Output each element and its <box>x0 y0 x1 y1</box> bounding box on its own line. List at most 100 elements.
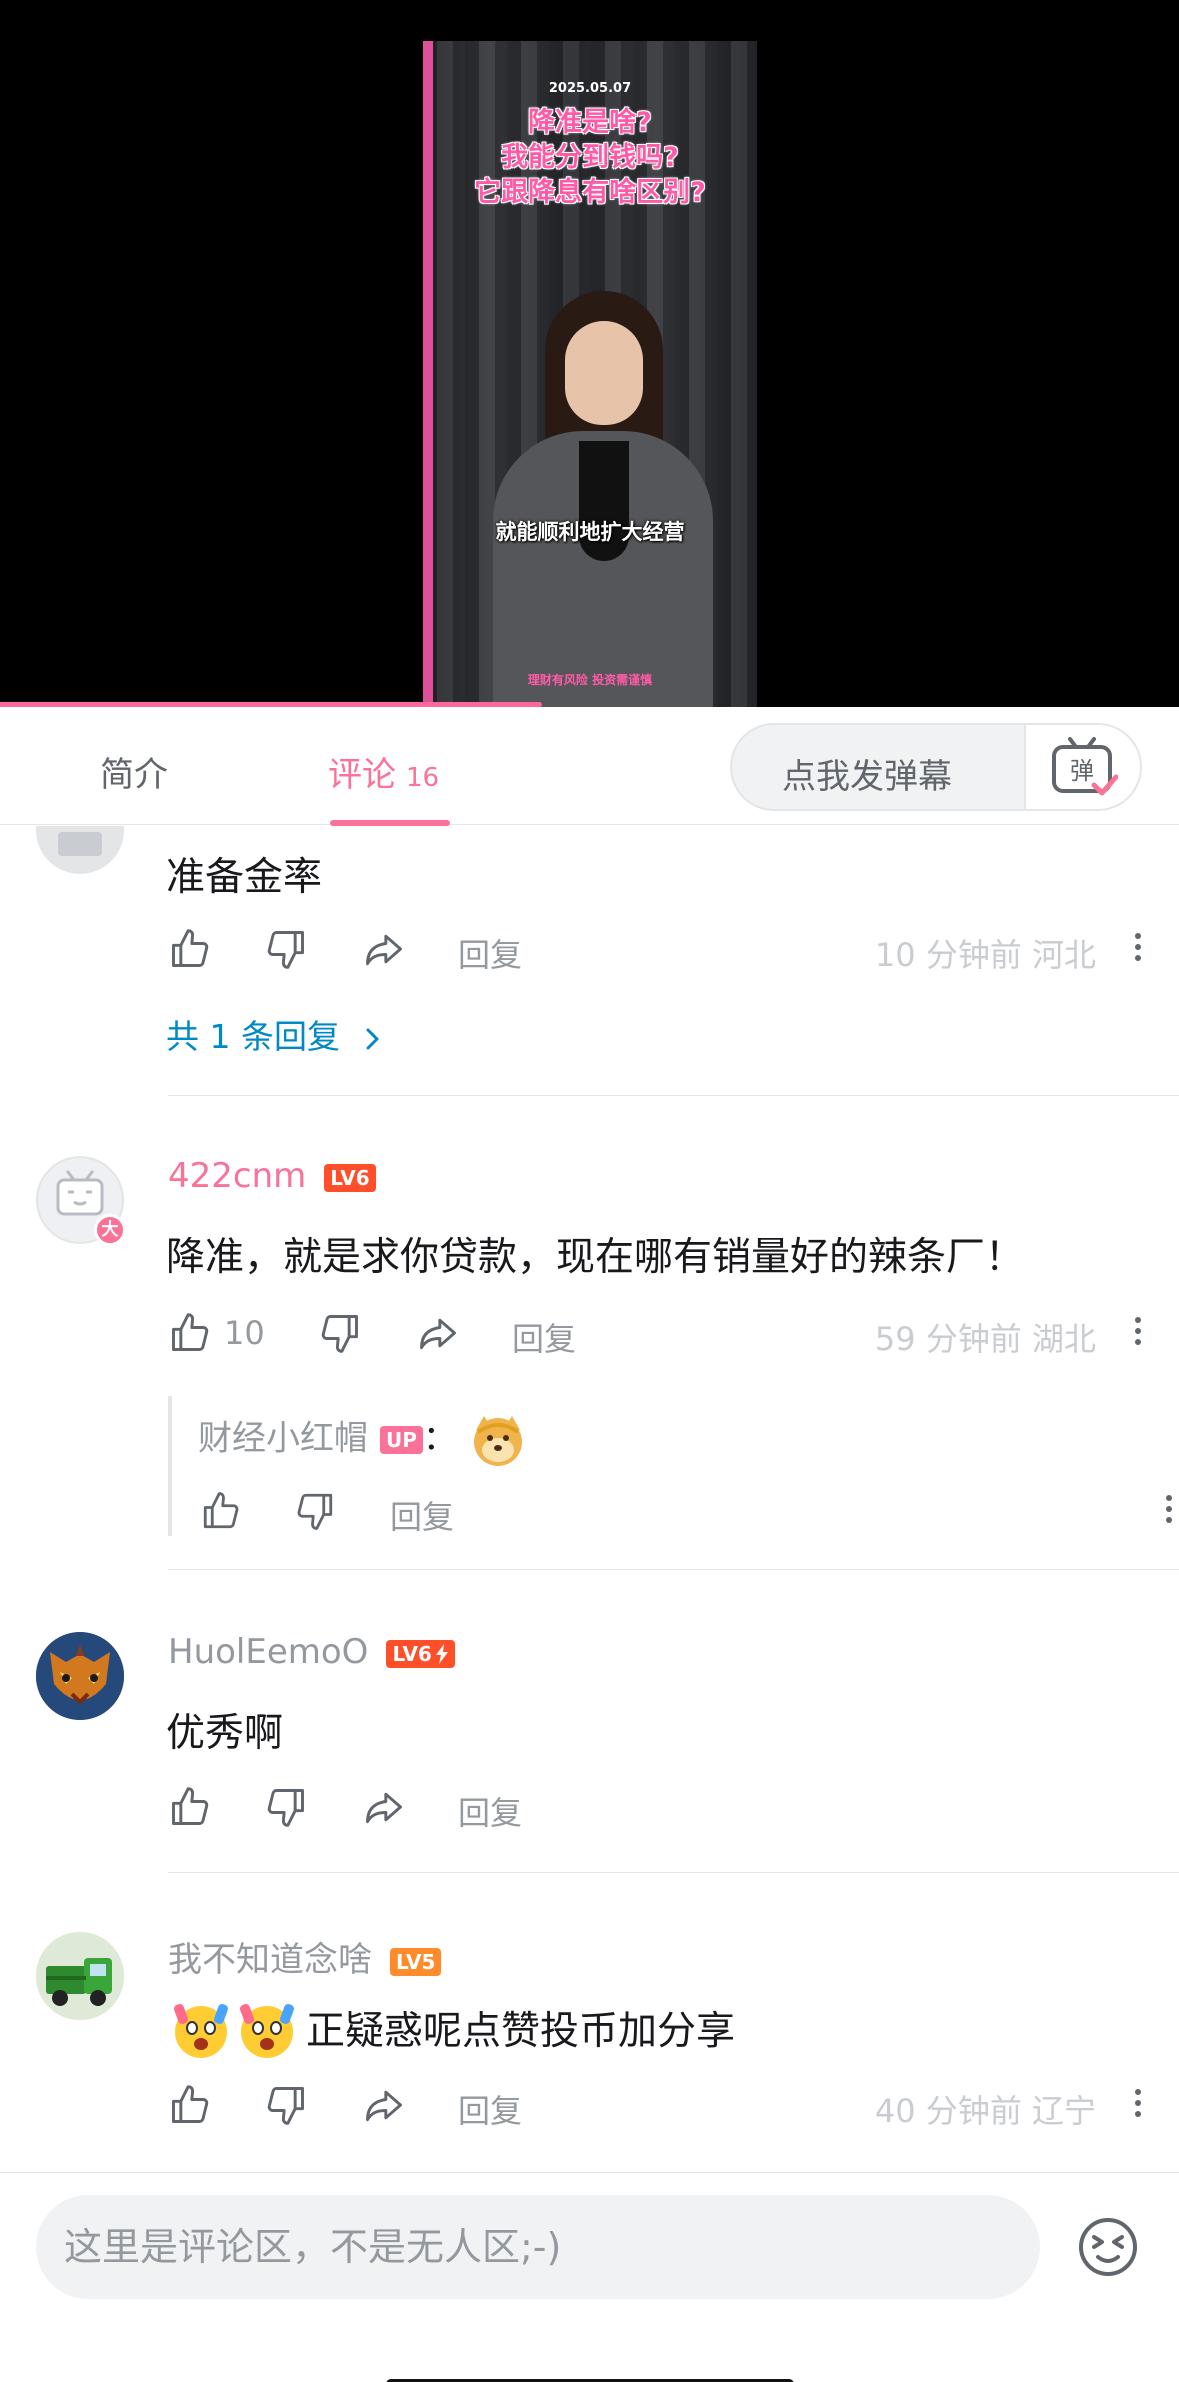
share-icon <box>366 2090 402 2122</box>
comment-count: 16 <box>406 763 440 793</box>
tab-comments-label: 评论 <box>328 755 396 795</box>
dislike-button[interactable] <box>294 1486 336 1536</box>
video-player[interactable]: 2025.05.07 降准是啥? 我能分到钱吗? 它跟降息有啥区别? 就能顺利地… <box>0 0 1179 707</box>
thumbs-down-icon <box>267 1789 304 1827</box>
comment-actions: 回复 10 分钟前 河北 <box>168 924 1148 974</box>
lightning-icon <box>435 1643 448 1664</box>
headline-line-3: 它跟降息有啥区别? <box>474 177 706 208</box>
share-icon <box>366 934 402 966</box>
like-button[interactable] <box>200 1486 242 1536</box>
chevron-right-icon <box>366 1028 379 1049</box>
dislike-button[interactable] <box>264 924 308 974</box>
avatar[interactable] <box>36 826 124 874</box>
reply-author-name: 财经小红帽 <box>198 1418 368 1459</box>
reply-actions: 回复 <box>200 1486 1100 1536</box>
avatar[interactable] <box>36 1632 124 1720</box>
headline-line-2: 我能分到钱吗? <box>501 142 679 173</box>
share-icon <box>420 1318 456 1350</box>
danmaku-toggle-button[interactable]: 弹 <box>1024 725 1140 809</box>
like-button[interactable] <box>168 924 212 974</box>
thumbs-down-icon <box>297 1493 333 1530</box>
thumbs-up-icon <box>172 2085 209 2123</box>
tab-intro[interactable]: 简介 <box>100 747 168 796</box>
comment-actions: 回复 <box>168 1782 1148 1832</box>
thumbs-up-icon <box>172 1787 209 1825</box>
shocked-emoji-icon <box>240 2004 294 2058</box>
share-button[interactable] <box>416 1308 460 1358</box>
video-headline: 降准是啥? 我能分到钱吗? 它跟降息有啥区别? <box>423 105 757 210</box>
tab-bar: 简介 评论 16 点我发弹幕 弹 <box>0 707 1179 826</box>
like-button[interactable] <box>168 1782 212 1832</box>
reply-button[interactable]: 回复 <box>458 1788 522 1834</box>
commenter-name-text: HuolEemoO <box>168 1632 369 1672</box>
comment-divider <box>168 1872 1179 1873</box>
reply-author[interactable]: 财经小红帽 UP： <box>198 1410 528 1470</box>
share-icon <box>366 1792 402 1824</box>
more-options-button[interactable] <box>1128 928 1148 968</box>
level-badge: LV5 <box>390 1947 442 1976</box>
danmaku-input[interactable]: 点我发弹幕 弹 <box>730 723 1142 811</box>
comment-divider <box>168 1569 1179 1570</box>
commenter-name-text: 我不知道念啥 <box>168 1940 372 1980</box>
share-button[interactable] <box>362 2080 406 2130</box>
danmaku-placeholder: 点我发弹幕 <box>782 757 952 797</box>
shocked-emoji-icon <box>174 2004 228 2058</box>
presenter-face <box>565 321 643 425</box>
thumbs-up-icon <box>172 929 209 967</box>
video-disclaimer: 理财有风险 投资需谨慎 <box>527 673 653 687</box>
comment-list[interactable]: 准备金率 回复 10 分钟前 河北 共 1 条回复 大 422cnm LV6 降… <box>0 826 1179 2172</box>
more-options-button[interactable] <box>1128 1312 1148 1352</box>
presenter <box>493 291 713 707</box>
commenter-name-text: 422cnm <box>168 1156 307 1196</box>
tab-comments[interactable]: 评论 16 <box>328 747 439 796</box>
share-button[interactable] <box>362 1782 406 1832</box>
reply-button[interactable]: 回复 <box>458 2086 522 2132</box>
thumbs-down-icon <box>267 2087 304 2125</box>
comment-text: 准备金率 <box>166 855 323 900</box>
comment-meta: 59 分钟前 湖北 <box>874 1320 1096 1358</box>
video-date: 2025.05.07 <box>548 81 632 96</box>
view-replies-link[interactable]: 共 1 条回复 <box>166 1010 384 1058</box>
comment-input[interactable]: 这里是评论区，不是无人区;-) <box>36 2195 1040 2299</box>
commenter-name[interactable]: HuolEemoO LV6 <box>168 1632 455 1672</box>
danmaku-icon: 弹 <box>1052 737 1118 796</box>
vip-badge: 大 <box>94 1214 126 1246</box>
video-frame: 2025.05.07 降准是啥? 我能分到钱吗? 它跟降息有啥区别? 就能顺利地… <box>423 41 757 707</box>
comment-text: 正疑惑呢点赞投币加分享 <box>306 2009 736 2054</box>
comment-text: 优秀啊 <box>166 1711 284 1756</box>
share-button[interactable] <box>362 924 406 974</box>
reply-button[interactable]: 回复 <box>390 1492 454 1538</box>
commenter-name[interactable]: 422cnm LV6 <box>168 1156 376 1196</box>
dislike-button[interactable] <box>264 1782 308 1832</box>
like-button[interactable]: 10 <box>168 1308 265 1358</box>
commenter-name[interactable]: 我不知道念啥 LV5 <box>168 1932 442 1981</box>
truck-avatar-icon <box>36 1932 124 2020</box>
comment-text: 降准，就是求你贷款，现在哪有销量好的辣条厂！ <box>166 1235 1025 1280</box>
level-badge: LV6 <box>386 1639 455 1668</box>
doge-emoji-icon <box>473 1416 522 1466</box>
dislike-button[interactable] <box>318 1308 362 1358</box>
view-replies-label: 共 1 条回复 <box>166 1017 340 1056</box>
level-badge-text: LV6 <box>392 1641 432 1666</box>
up-badge: UP <box>380 1426 423 1454</box>
more-options-button[interactable] <box>1128 2084 1148 2124</box>
reply-button[interactable]: 回复 <box>512 1314 576 1360</box>
mask-avatar-icon <box>36 1632 124 1720</box>
danmaku-icon-char: 弹 <box>1070 757 1094 785</box>
comment-meta: 40 分钟前 辽宁 <box>874 2092 1096 2130</box>
more-options-button[interactable] <box>1159 1490 1179 1530</box>
level-badge: LV6 <box>324 1163 376 1192</box>
emoji-face-icon <box>1079 2218 1137 2276</box>
dislike-button[interactable] <box>264 2080 308 2130</box>
emoji-button[interactable] <box>1076 2215 1140 2279</box>
avatar[interactable] <box>36 1932 124 2020</box>
like-count: 10 <box>224 1314 265 1352</box>
thumbs-down-icon <box>321 1315 358 1353</box>
like-button[interactable] <box>168 2080 212 2130</box>
comment-text-row: 正疑惑呢点赞投币加分享 <box>168 1996 735 2060</box>
comment-divider <box>168 1095 1179 1096</box>
comment-actions: 回复 40 分钟前 辽宁 <box>168 2080 1148 2130</box>
sub-reply[interactable]: 财经小红帽 UP： 回复 <box>168 1396 1179 1536</box>
thumbs-up-icon <box>203 1492 239 1529</box>
reply-button[interactable]: 回复 <box>458 930 522 976</box>
